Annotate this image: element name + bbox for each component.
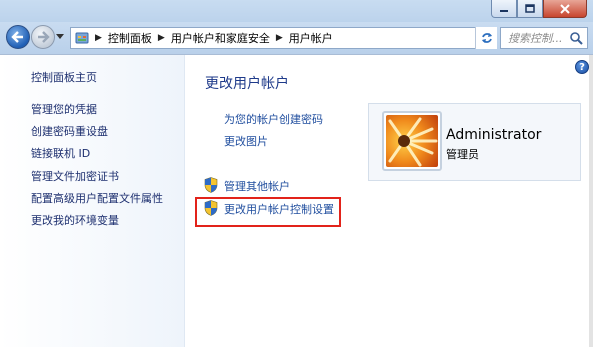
close-icon (560, 3, 570, 14)
search-icon[interactable] (569, 31, 583, 45)
uac-shield-icon (204, 177, 218, 193)
forward-arrow-icon (38, 31, 50, 43)
sidebar-item-password-reset-disk[interactable]: 创建密码重设盘 (31, 123, 108, 139)
content-area: 控制面板主页 管理您的凭据 创建密码重设盘 链接联机 ID 管理文件加密证书 配… (0, 54, 593, 347)
address-bar[interactable]: ▶ 控制面板 ▶ 用户帐户和家庭安全 ▶ 用户帐户 (70, 27, 495, 49)
history-dropdown-icon[interactable] (56, 34, 64, 39)
breadcrumb-user-accounts[interactable]: 用户帐户 (289, 30, 333, 46)
search-placeholder: 搜索控制... (508, 32, 563, 45)
refresh-icon (481, 33, 492, 43)
help-icon: ? (579, 61, 585, 73)
control-panel-icon (75, 32, 89, 44)
breadcrumb-separator[interactable]: ▶ (158, 33, 165, 43)
minimize-button[interactable] (491, 0, 517, 18)
user-role: 管理员 (446, 148, 479, 161)
help-button[interactable]: ? (575, 60, 589, 74)
user-account-card: Administrator 管理员 (368, 103, 581, 181)
breadcrumb-separator[interactable]: ▶ (276, 33, 283, 43)
sidebar-item-control-panel-home[interactable]: 控制面板主页 (31, 69, 97, 85)
page-title: 更改用户帐户 (205, 76, 289, 92)
sidebar-item-manage-credentials[interactable]: 管理您的凭据 (31, 101, 97, 117)
window-titlebar (0, 0, 593, 22)
create-password-link[interactable]: 为您的帐户创建密码 (224, 111, 323, 127)
back-arrow-icon (11, 31, 23, 43)
refresh-button[interactable] (475, 27, 497, 49)
search-input[interactable]: 搜索控制... (500, 27, 588, 49)
avatar[interactable] (382, 111, 442, 171)
close-button[interactable] (543, 0, 587, 18)
caption-buttons (491, 0, 587, 18)
breadcrumb-separator: ▶ (95, 33, 102, 43)
change-picture-link[interactable]: 更改图片 (224, 133, 268, 149)
sidebar-item-file-encryption-certificates[interactable]: 管理文件加密证书 (31, 168, 119, 184)
user-picture (386, 115, 438, 167)
back-button[interactable] (6, 25, 30, 49)
sidebar-item-link-online-id[interactable]: 链接联机 ID (31, 145, 90, 161)
window-right-edge (589, 55, 593, 347)
breadcrumb-control-panel[interactable]: 控制面板 (108, 30, 152, 46)
user-name: Administrator (446, 127, 542, 143)
manage-other-accounts-link[interactable]: 管理其他帐户 (224, 178, 290, 194)
highlight-box (195, 197, 341, 227)
navigation-bar: ▶ 控制面板 ▶ 用户帐户和家庭安全 ▶ 用户帐户 搜索控制... (0, 22, 593, 54)
maximize-button[interactable] (517, 0, 543, 18)
maximize-icon (525, 4, 535, 13)
forward-button[interactable] (31, 25, 55, 49)
minimize-icon (500, 9, 508, 12)
breadcrumb-user-accounts-family-safety[interactable]: 用户帐户和家庭安全 (171, 30, 270, 46)
tasks-pane: 控制面板主页 管理您的凭据 创建密码重设盘 链接联机 ID 管理文件加密证书 配… (0, 55, 185, 347)
sidebar-item-environment-variables[interactable]: 更改我的环境变量 (31, 212, 119, 228)
flower-picture-icon (386, 115, 438, 167)
sidebar-item-advanced-profile-properties[interactable]: 配置高级用户配置文件属性 (31, 190, 163, 206)
